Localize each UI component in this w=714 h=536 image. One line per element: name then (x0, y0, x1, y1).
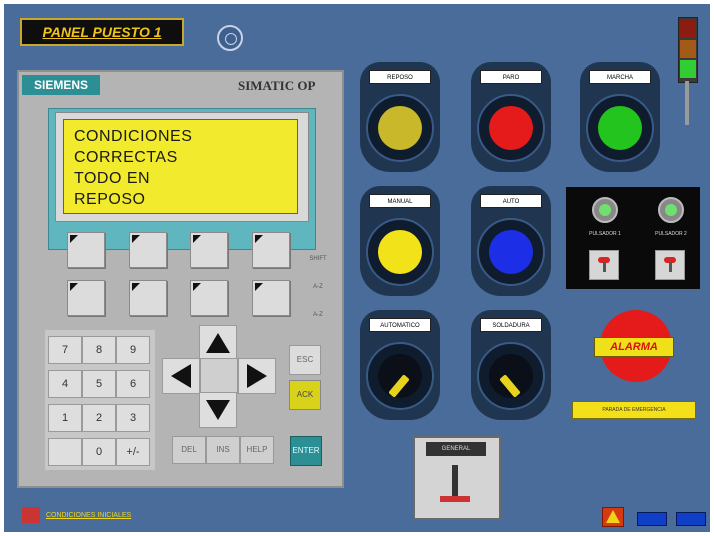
arrow-left-icon (171, 364, 191, 388)
brand-label: SIEMENS (22, 75, 100, 95)
function-key[interactable] (67, 280, 105, 316)
emergency-stop-label: PARADA DE EMERGENCIA (572, 401, 696, 419)
pushbutton-cap[interactable] (489, 230, 533, 274)
key-dot[interactable] (48, 438, 82, 466)
esc-button[interactable]: ESC (289, 345, 321, 375)
pushbutton-label: MARCHA (589, 70, 651, 84)
pushbutton-label: PARO (480, 70, 542, 84)
function-key[interactable] (190, 232, 228, 268)
pushbutton-ring (477, 94, 545, 162)
alarm-label: ALARMA (594, 337, 674, 357)
key-8[interactable]: 8 (82, 336, 116, 364)
side-label: A-Z (313, 284, 323, 290)
pushbutton-cap[interactable] (378, 230, 422, 274)
model-label: SIMATIC OP (238, 78, 316, 93)
key-2[interactable]: 2 (82, 404, 116, 432)
main-switch-label: GENERAL (426, 442, 486, 456)
function-key[interactable] (129, 232, 167, 268)
pushbutton-marcha[interactable]: MARCHA (580, 62, 660, 172)
key-5[interactable]: 5 (82, 370, 116, 398)
selector-ring (477, 342, 545, 410)
ins-button[interactable]: INS (206, 436, 240, 464)
indicator-lamp-2 (658, 197, 684, 223)
key-6[interactable]: 6 (116, 370, 150, 398)
gauge-icon[interactable] (217, 25, 243, 51)
side-label: SHIFT (309, 256, 327, 262)
key-7[interactable]: 7 (48, 336, 82, 364)
arrow-down-icon (206, 400, 230, 420)
function-key[interactable] (67, 232, 105, 268)
pushbutton-cap[interactable] (489, 106, 533, 150)
selector-label: SOLDADURA (480, 318, 542, 332)
pushbutton-label: AUTO (480, 194, 542, 208)
function-key[interactable] (252, 232, 290, 268)
pushbutton-ring (477, 218, 545, 286)
selector-knob[interactable] (489, 354, 533, 398)
lamp-label: PULSADOR 1 (589, 231, 621, 237)
selector-knob[interactable] (378, 354, 422, 398)
pushbutton-label: MANUAL (369, 194, 431, 208)
arrow-left-button[interactable] (162, 358, 200, 394)
key-1[interactable]: 1 (48, 404, 82, 432)
pushbutton-ring (366, 94, 434, 162)
arrow-right-icon (247, 364, 267, 388)
pushbutton-cap[interactable] (598, 106, 642, 150)
pushbutton-paro[interactable]: PARO (471, 62, 551, 172)
arrow-right-button[interactable] (238, 358, 276, 394)
pushbutton-ring (586, 94, 654, 162)
selector-handle (388, 374, 410, 398)
pushbutton-reposo[interactable]: REPOSO (360, 62, 440, 172)
stack-light-amber (680, 40, 696, 58)
pushbutton-label: REPOSO (369, 70, 431, 84)
logo-icon[interactable] (22, 507, 40, 523)
pushbutton-cap[interactable] (378, 106, 422, 150)
selector-automatico[interactable]: AUTOMATICO (360, 310, 440, 420)
arrow-center (200, 358, 238, 394)
nav-prev-button[interactable] (637, 512, 667, 526)
arrow-down-button[interactable] (199, 392, 237, 428)
warning-icon[interactable] (602, 507, 624, 527)
ack-button[interactable]: ACK (289, 380, 321, 410)
key-sign[interactable]: +/- (116, 438, 150, 466)
lcd-display: CONDICIONES CORRECTAS TODO EN REPOSO (63, 119, 298, 214)
toggle-switch-2[interactable] (655, 250, 685, 280)
page-title: PANEL PUESTO 1 (20, 18, 184, 46)
lcd-line: TODO EN (74, 170, 151, 187)
lamp-label: PULSADOR 2 (655, 231, 687, 237)
selector-soldadura[interactable]: SOLDADURA (471, 310, 551, 420)
selector-handle (499, 374, 521, 398)
selector-ring (366, 342, 434, 410)
function-key[interactable] (190, 280, 228, 316)
del-button[interactable]: DEL (172, 436, 206, 464)
lcd-line: CORRECTAS (74, 149, 178, 166)
arrow-up-button[interactable] (199, 325, 237, 361)
stack-light (678, 17, 698, 83)
arrow-up-icon (206, 333, 230, 353)
indicator-lamp-1 (592, 197, 618, 223)
nav-next-button[interactable] (676, 512, 706, 526)
main-switch-base (440, 496, 470, 502)
pushbutton-ring (366, 218, 434, 286)
key-3[interactable]: 3 (116, 404, 150, 432)
selector-label: AUTOMATICO (369, 318, 431, 332)
pushbutton-manual[interactable]: MANUAL (360, 186, 440, 296)
toggle-switch-1[interactable] (589, 250, 619, 280)
key-9[interactable]: 9 (116, 336, 150, 364)
enter-button[interactable]: ENTER (290, 436, 322, 466)
help-button[interactable]: HELP (240, 436, 274, 464)
key-0[interactable]: 0 (82, 438, 116, 466)
function-key[interactable] (252, 280, 290, 316)
function-key[interactable] (129, 280, 167, 316)
key-4[interactable]: 4 (48, 370, 82, 398)
side-label: A-Z (313, 312, 323, 318)
footer-link[interactable]: CONDICIONES INICIALES (46, 512, 131, 519)
stack-light-red (680, 20, 696, 38)
stack-light-pole (685, 81, 689, 125)
lcd-line: CONDICIONES (74, 128, 193, 145)
stack-light-green (680, 60, 696, 78)
main-switch-lever[interactable] (452, 465, 458, 499)
lcd-line: REPOSO (74, 191, 146, 208)
pushbutton-auto[interactable]: AUTO (471, 186, 551, 296)
